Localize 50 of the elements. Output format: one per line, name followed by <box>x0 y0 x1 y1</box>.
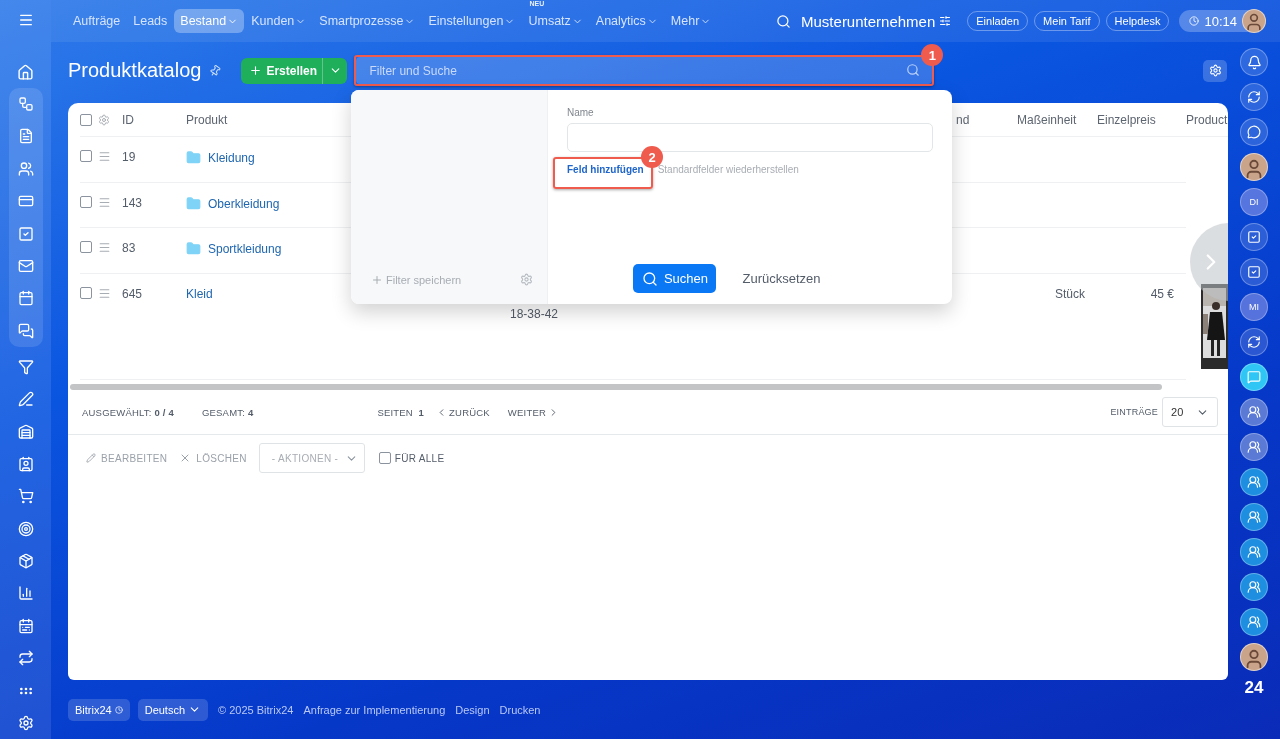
create-button[interactable]: Erstellen <box>241 57 348 84</box>
field-label: Name <box>567 107 595 118</box>
product-link[interactable]: Oberkleidung <box>186 196 280 211</box>
selected-count: AUSGEWÄHLT: 0 / 4 <box>82 406 174 418</box>
nav-item[interactable]: Leads <box>127 9 174 33</box>
time-pill[interactable]: 10:14 <box>1179 10 1266 32</box>
product-link[interactable]: Sportkleidung <box>186 241 282 256</box>
language-select[interactable]: Deutsch <box>137 698 209 721</box>
id-cell: 645 <box>122 274 186 380</box>
column-header[interactable]: Product <box>1186 103 1228 137</box>
annotation-number: 1 <box>921 44 944 66</box>
price-text: 45 € <box>1150 287 1174 301</box>
unit-text: Stück <box>1055 287 1085 301</box>
for-all-checkbox[interactable]: FÜR ALLE <box>378 452 445 464</box>
column-header[interactable]: Maßeinheit <box>1017 103 1097 137</box>
column-header[interactable]: ID <box>122 103 186 137</box>
id-cell: 143 <box>122 183 186 228</box>
footer-link[interactable]: Drucken <box>499 703 541 716</box>
company-name[interactable]: Musterunternehmen <box>801 12 936 30</box>
product-link[interactable]: Kleidung <box>186 150 255 165</box>
initials-avatar[interactable]: MI <box>1240 293 1268 321</box>
reset-button[interactable]: Zurücksetzen <box>736 270 827 287</box>
prev-page-link[interactable]: ZURÜCK <box>436 406 490 418</box>
copyright-text: © 2025 Bitrix24 <box>218 703 294 716</box>
time-text: 10:14 <box>1204 13 1237 29</box>
nav-item[interactable]: Mehr <box>664 9 718 33</box>
next-page-link[interactable]: WEITER <box>507 406 559 418</box>
footer-link[interactable]: Design <box>455 703 490 716</box>
search-button[interactable]: Suchen <box>633 264 717 293</box>
nav-item[interactable]: Kunden <box>245 9 313 33</box>
nav-item[interactable]: Einstellungen <box>422 9 522 33</box>
brand-button[interactable]: Bitrix24 <box>68 698 130 721</box>
id-cell: 19 <box>122 137 186 183</box>
column-header[interactable]: Einzelpreis <box>1097 103 1186 137</box>
logo[interactable]: 24 <box>1244 678 1264 698</box>
column-header[interactable]: nd <box>956 103 1017 137</box>
nav-item[interactable]: Analytics <box>589 9 664 33</box>
add-field-link[interactable]: Feld hinzufügen <box>567 164 644 175</box>
initials-avatar[interactable]: DI <box>1240 188 1268 216</box>
product-link[interactable]: Kleid <box>186 287 213 301</box>
page-title: Produktkatalog <box>68 59 202 82</box>
footer-link[interactable]: Anfrage zur Implementierung <box>303 703 446 716</box>
nav-item[interactable]: Aufträge <box>67 9 127 33</box>
total-count: GESAMT: 4 <box>201 406 254 418</box>
nav-item[interactable]: Smartprozesse <box>313 9 422 33</box>
per-page-select[interactable]: 20 <box>1162 397 1218 427</box>
page-indicator: SEITEN 1 <box>377 406 425 418</box>
time-text: 18-38-42 <box>510 307 559 321</box>
per-page-label: EINTRÄGE <box>1110 407 1158 417</box>
id-cell: 83 <box>122 228 186 274</box>
